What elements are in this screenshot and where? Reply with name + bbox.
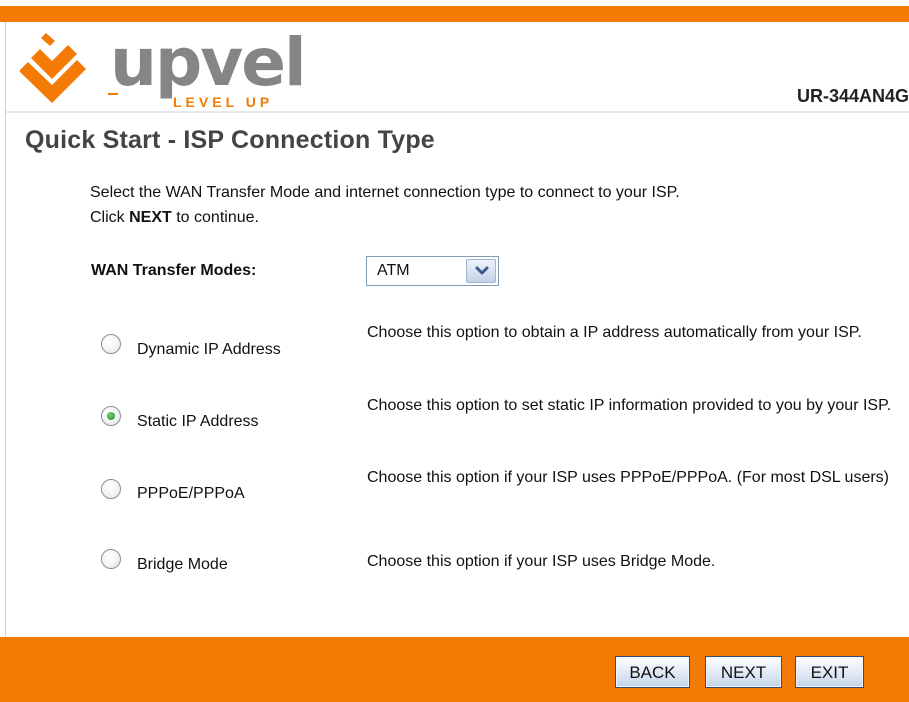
- wan-mode-value: ATM: [377, 262, 410, 279]
- radio-bridge[interactable]: [101, 549, 121, 569]
- logo-wordmark: upvel: [110, 27, 305, 101]
- wan-mode-label: WAN Transfer Modes:: [91, 262, 257, 279]
- option-pppoe: PPPoE/PPPoA Choose this option if your I…: [0, 465, 909, 525]
- logo-tagline: LEVEL UP: [173, 94, 273, 110]
- intro-continue: to continue.: [171, 209, 259, 226]
- option-label: Dynamic IP Address: [137, 341, 281, 358]
- top-accent-bar: [0, 6, 909, 22]
- exit-button[interactable]: EXIT: [795, 656, 864, 688]
- page-title: Quick Start - ISP Connection Type: [25, 126, 435, 154]
- option-description: Choose this option if your ISP uses Brid…: [367, 553, 716, 570]
- wan-mode-select[interactable]: ATM: [366, 256, 499, 286]
- option-description: Choose this option to set static IP info…: [367, 397, 892, 414]
- option-label: PPPoE/PPPoA: [137, 485, 245, 502]
- option-description: Choose this option to obtain a IP addres…: [367, 324, 862, 341]
- header-divider: [6, 111, 909, 113]
- option-static-ip: Static IP Address Choose this option to …: [0, 393, 909, 453]
- next-button[interactable]: NEXT: [705, 656, 782, 688]
- back-button[interactable]: BACK: [615, 656, 690, 688]
- model-name: UR-344AN4G: [796, 86, 909, 106]
- logo-chevron-icon: [20, 33, 86, 103]
- upvel-logo: upvel LEVEL UP: [20, 27, 307, 110]
- radio-dynamic-ip[interactable]: [101, 334, 121, 354]
- intro-line-2: Click NEXT to continue.: [90, 205, 900, 230]
- option-bridge: Bridge Mode Choose this option if your I…: [0, 549, 909, 609]
- radio-static-ip[interactable]: [101, 406, 121, 426]
- intro-next-keyword: NEXT: [129, 209, 172, 226]
- intro-click: Click: [90, 209, 130, 226]
- chevron-down-icon: [475, 266, 489, 275]
- option-dynamic-ip: Dynamic IP Address Choose this option to…: [0, 320, 909, 380]
- intro-line-1: Select the WAN Transfer Mode and interne…: [90, 184, 680, 201]
- option-description: Choose this option if your ISP uses PPPo…: [367, 469, 890, 486]
- dropdown-button[interactable]: [466, 259, 496, 283]
- option-label: Bridge Mode: [137, 556, 228, 573]
- intro-text: Select the WAN Transfer Mode and interne…: [90, 180, 900, 230]
- option-label: Static IP Address: [137, 413, 259, 430]
- radio-pppoe[interactable]: [101, 479, 121, 499]
